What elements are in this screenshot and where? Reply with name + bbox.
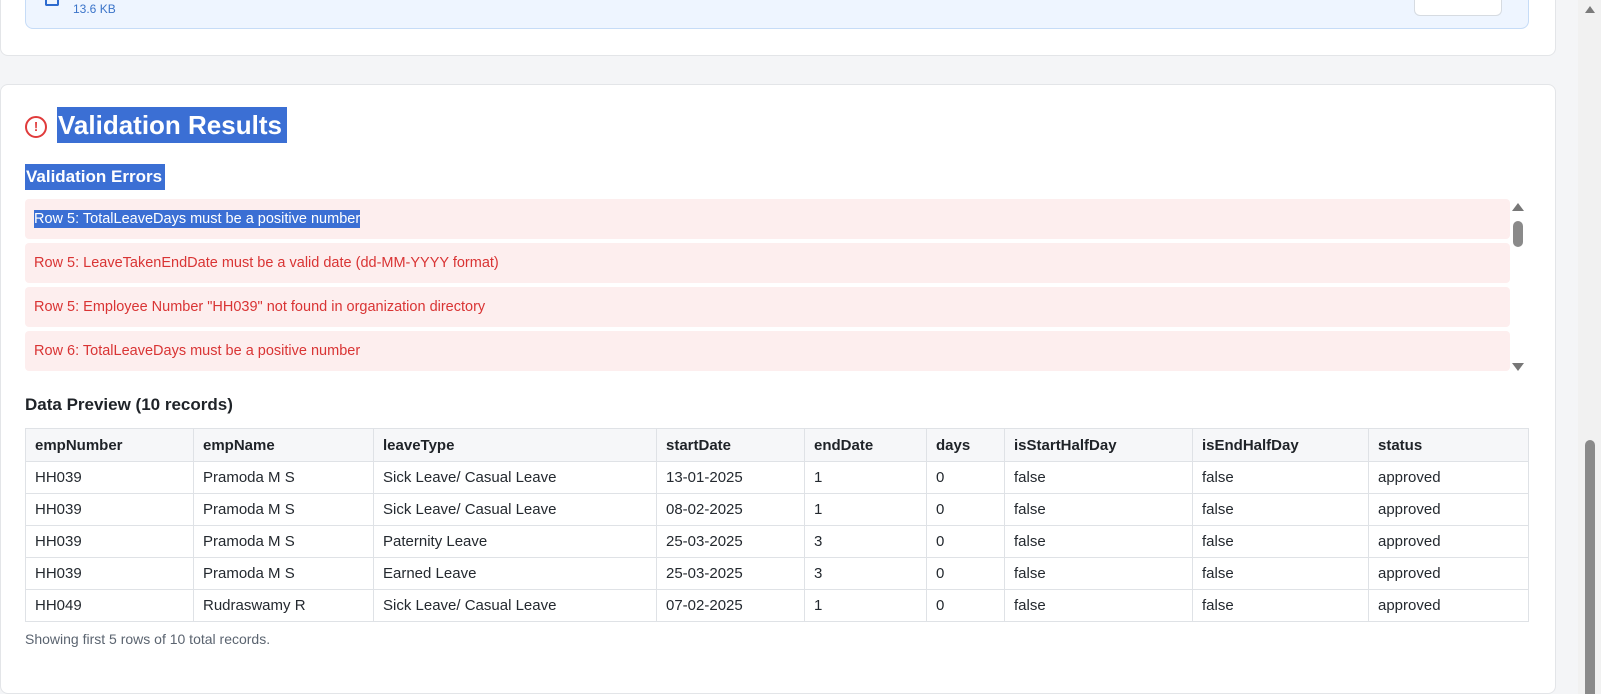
file-size: 13.6 KB xyxy=(73,2,116,16)
table-cell: Earned Leave xyxy=(373,557,657,590)
table-cell: Sick Leave/ Casual Leave xyxy=(373,461,657,494)
error-text: Row 5: Employee Number "HH039" not found… xyxy=(34,299,486,315)
table-cell: HH039 xyxy=(25,557,194,590)
error-text: Row 5: TotalLeaveDays must be a positive… xyxy=(34,210,361,228)
table-cell: 25-03-2025 xyxy=(656,557,805,590)
table-cell: 3 xyxy=(804,557,927,590)
scroll-up-icon[interactable] xyxy=(1512,203,1524,211)
table-cell: false xyxy=(1004,557,1193,590)
scrollbar-thumb[interactable] xyxy=(1585,440,1595,694)
table-cell: 08-02-2025 xyxy=(656,493,805,526)
validation-errors-list[interactable]: Row 5: TotalLeaveDays must be a positive… xyxy=(25,199,1525,375)
table-cell: false xyxy=(1004,525,1193,558)
table-cell: approved xyxy=(1368,461,1529,494)
error-item: Row 5: Employee Number "HH039" not found… xyxy=(25,287,1510,327)
table-cell: 0 xyxy=(926,557,1005,590)
table-cell: approved xyxy=(1368,493,1529,526)
scroll-up-icon[interactable] xyxy=(1585,6,1595,13)
table-cell: HH049 xyxy=(25,589,194,622)
table-cell: HH039 xyxy=(25,525,194,558)
validation-errors-heading: Validation Errors xyxy=(25,164,166,190)
column-header: endDate xyxy=(804,428,927,462)
upload-card: 13.6 KB xyxy=(0,0,1556,56)
table-cell: Rudraswamy R xyxy=(193,589,374,622)
table-cell: false xyxy=(1004,493,1193,526)
error-text: Row 5: LeaveTakenEndDate must be a valid… xyxy=(34,255,499,271)
table-cell: Sick Leave/ Casual Leave xyxy=(373,589,657,622)
table-cell: approved xyxy=(1368,525,1529,558)
table-row: HH039 Pramoda M S Sick Leave/ Casual Lea… xyxy=(25,493,1529,526)
table-cell: false xyxy=(1192,557,1369,590)
table-cell: Pramoda M S xyxy=(193,461,374,494)
table-cell: approved xyxy=(1368,557,1529,590)
table-cell: 25-03-2025 xyxy=(656,525,805,558)
table-cell: 0 xyxy=(926,525,1005,558)
alert-circle-icon: ! xyxy=(25,116,47,138)
table-cell: false xyxy=(1192,589,1369,622)
table-cell: 0 xyxy=(926,461,1005,494)
column-header: startDate xyxy=(656,428,805,462)
error-item: Row 6: TotalLeaveDays must be a positive… xyxy=(25,331,1510,371)
table-cell: HH039 xyxy=(25,493,194,526)
table-cell: Pramoda M S xyxy=(193,493,374,526)
error-item: Row 5: LeaveTakenEndDate must be a valid… xyxy=(25,243,1510,283)
table-row: HH049 Rudraswamy R Sick Leave/ Casual Le… xyxy=(25,589,1529,622)
scroll-down-icon[interactable] xyxy=(1512,363,1524,371)
table-cell: approved xyxy=(1368,589,1529,622)
column-header: empName xyxy=(193,428,374,462)
table-cell: 0 xyxy=(926,493,1005,526)
errors-scrollbar[interactable] xyxy=(1509,203,1529,377)
table-cell: false xyxy=(1192,461,1369,494)
table-header-row: empNumber empName leaveType startDate en… xyxy=(25,428,1529,462)
uploaded-file-box: 13.6 KB xyxy=(25,0,1529,29)
table-cell: false xyxy=(1004,589,1193,622)
column-header: isStartHalfDay xyxy=(1004,428,1193,462)
table-cell: Paternity Leave xyxy=(373,525,657,558)
page-scrollbar[interactable] xyxy=(1578,0,1601,694)
validation-results-card: ! Validation Results Validation Errors R… xyxy=(0,84,1556,694)
table-cell: false xyxy=(1192,525,1369,558)
preview-footnote: Showing first 5 rows of 10 total records… xyxy=(25,631,271,647)
column-header: empNumber xyxy=(25,428,194,462)
table-cell: 13-01-2025 xyxy=(656,461,805,494)
validation-results-title: Validation Results xyxy=(57,107,287,143)
table-row: HH039 Pramoda M S Sick Leave/ Casual Lea… xyxy=(25,461,1529,494)
error-item: Row 5: TotalLeaveDays must be a positive… xyxy=(25,199,1510,239)
table-cell: Sick Leave/ Casual Leave xyxy=(373,493,657,526)
data-preview-table: empNumber empName leaveType startDate en… xyxy=(25,428,1529,622)
remove-file-button[interactable] xyxy=(1414,0,1502,16)
table-cell: false xyxy=(1192,493,1369,526)
column-header: isEndHalfDay xyxy=(1192,428,1369,462)
scrollbar-thumb[interactable] xyxy=(1513,221,1523,247)
table-cell: Pramoda M S xyxy=(193,525,374,558)
column-header: leaveType xyxy=(373,428,657,462)
table-cell: false xyxy=(1004,461,1193,494)
table-cell: Pramoda M S xyxy=(193,557,374,590)
table-cell: 07-02-2025 xyxy=(656,589,805,622)
data-preview-title: Data Preview (10 records) xyxy=(25,395,233,414)
table-row: HH039 Pramoda M S Paternity Leave 25-03-… xyxy=(25,525,1529,558)
table-cell: 0 xyxy=(926,589,1005,622)
table-cell: 1 xyxy=(804,461,927,494)
error-text: Row 6: TotalLeaveDays must be a positive… xyxy=(34,343,361,359)
table-row: HH039 Pramoda M S Earned Leave 25-03-202… xyxy=(25,557,1529,590)
column-header: days xyxy=(926,428,1005,462)
table-cell: HH039 xyxy=(25,461,194,494)
table-cell: 1 xyxy=(804,493,927,526)
table-cell: 3 xyxy=(804,525,927,558)
file-icon xyxy=(45,0,59,6)
column-header: status xyxy=(1368,428,1529,462)
table-cell: 1 xyxy=(804,589,927,622)
